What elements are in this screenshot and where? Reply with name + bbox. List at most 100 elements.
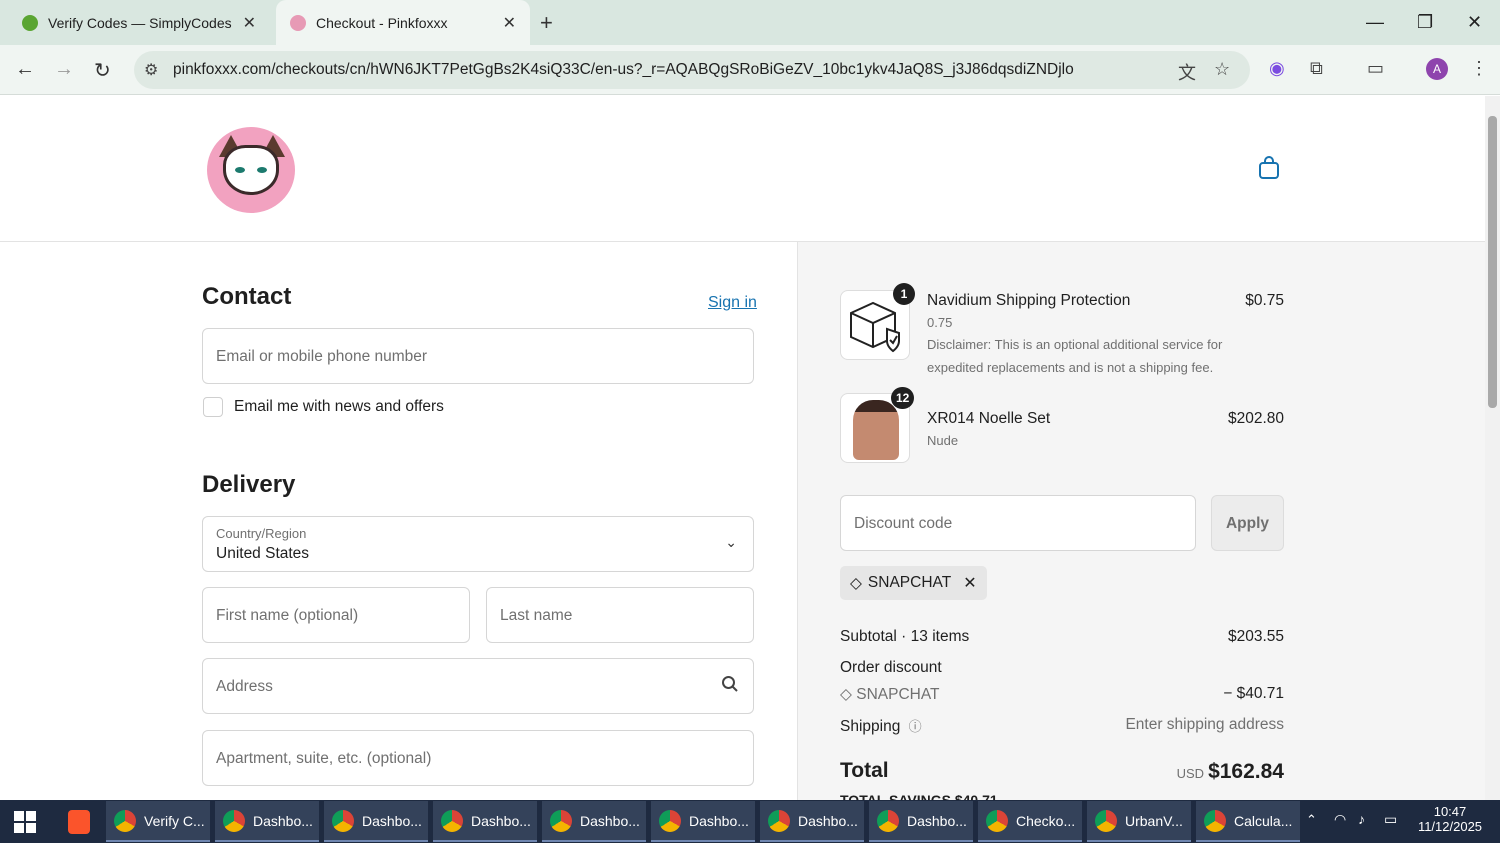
brave-browser-icon[interactable]	[68, 810, 90, 834]
taskbar-app-button[interactable]: Dashbo...	[869, 801, 973, 842]
shipping-row: Shipping ⓘ Enter shipping address	[840, 716, 1284, 736]
extensions-puzzle-icon[interactable]: ⧉	[1310, 58, 1323, 79]
contact-heading: Contact	[202, 283, 292, 310]
quantity-badge: 12	[891, 387, 915, 409]
tray-chevron-icon[interactable]: ⌃	[1306, 812, 1317, 828]
volume-icon[interactable]: ♪	[1358, 811, 1365, 827]
tag-icon: ◇	[840, 686, 857, 703]
item-price: $202.80	[1227, 410, 1284, 427]
country-select[interactable]: Country/Region United States ⌄	[202, 516, 754, 572]
menu-kebab-icon[interactable]: ⋮	[1470, 58, 1488, 79]
taskbar-app-label: Dashbo...	[580, 812, 640, 829]
tab-search-icon[interactable]: ▭	[1367, 58, 1384, 79]
taskbar-app-label: Dashbo...	[253, 812, 313, 829]
help-icon[interactable]: ⓘ	[909, 719, 922, 734]
app-icon	[659, 809, 681, 832]
email-field[interactable]: Email or mobile phone number	[202, 328, 754, 384]
tab-simplycodes[interactable]: Verify Codes — SimplyCodes ✕	[8, 0, 270, 45]
subtotal-value: $203.55	[1227, 628, 1284, 645]
discount-value: − $40.71	[1223, 685, 1284, 702]
taskbar-app-button[interactable]: Verify C...	[106, 801, 210, 842]
last-name-field[interactable]: Last name	[486, 587, 754, 643]
taskbar-app-label: Dashbo...	[907, 812, 967, 829]
item-name: Navidium Shipping Protection	[927, 292, 1131, 309]
bookmark-star-icon[interactable]: ☆	[1214, 59, 1230, 80]
taskbar-app-button[interactable]: Dashbo...	[542, 801, 646, 842]
first-name-placeholder: First name (optional)	[216, 607, 359, 624]
new-tab-icon[interactable]: +	[540, 10, 553, 36]
restore-icon[interactable]: ❐	[1417, 12, 1433, 33]
discount-code-row: ◇ SNAPCHAT − $40.71	[840, 685, 1284, 704]
item-note-line: Disclaimer: This is an optional addition…	[927, 337, 1223, 352]
sign-in-link[interactable]: Sign in	[708, 294, 757, 312]
page-scrollbar[interactable]	[1485, 96, 1500, 800]
url-text[interactable]: pinkfoxxx.com/checkouts/cn/hWN6JKT7PetGg…	[173, 61, 1074, 79]
tag-icon: ◇	[850, 574, 862, 592]
apartment-placeholder: Apartment, suite, etc. (optional)	[216, 750, 432, 767]
taskbar-app-button[interactable]: Calcula...	[1196, 801, 1300, 842]
first-name-field[interactable]: First name (optional)	[202, 587, 470, 643]
country-label: Country/Region	[216, 526, 307, 541]
windows-start-icon[interactable]	[14, 811, 36, 833]
taskbar-app-button[interactable]: UrbanV...	[1087, 801, 1191, 842]
reload-icon[interactable]: ↻	[94, 58, 111, 83]
close-tab-icon[interactable]: ✕	[243, 13, 256, 33]
remove-discount-icon[interactable]: ✕	[963, 573, 976, 593]
scrollbar-thumb[interactable]	[1488, 116, 1497, 408]
clock[interactable]: 10:47 11/12/2025	[1410, 804, 1490, 834]
apartment-field[interactable]: Apartment, suite, etc. (optional)	[202, 730, 754, 786]
back-icon[interactable]: ←	[15, 58, 35, 81]
chevron-down-icon: ⌄	[725, 534, 737, 550]
taskbar-app-button[interactable]: Dashbo...	[433, 801, 537, 842]
taskbar-app-label: Dashbo...	[689, 812, 749, 829]
discount-code-field[interactable]: Discount code	[840, 495, 1196, 551]
quantity-badge: 1	[893, 283, 915, 305]
address-bar[interactable]: ⚙ pinkfoxxx.com/checkouts/cn/hWN6JKT7Pet…	[134, 51, 1250, 89]
tab-checkout[interactable]: Checkout - Pinkfoxxx ✕	[276, 0, 530, 45]
battery-icon[interactable]: ▭	[1384, 811, 1397, 828]
app-icon	[768, 809, 790, 832]
taskbar-app-button[interactable]: Dashbo...	[651, 801, 755, 842]
checkout-form: Contact Sign in Email or mobile phone nu…	[0, 242, 797, 800]
item-price: $0.75	[1245, 292, 1284, 309]
extension-icon[interactable]: ◉	[1269, 58, 1285, 79]
order-discount-label: Order discount	[840, 659, 942, 676]
close-tab-icon[interactable]: ✕	[503, 13, 516, 33]
network-icon[interactable]: ◠	[1334, 811, 1346, 828]
store-header	[0, 96, 1485, 242]
address-field[interactable]: Address	[202, 658, 754, 714]
profile-avatar[interactable]: A	[1426, 58, 1448, 80]
shopping-bag-icon[interactable]	[1258, 156, 1280, 180]
time: 10:47	[1433, 804, 1467, 819]
site-info-icon[interactable]: ⚙	[144, 60, 158, 80]
app-icon	[550, 809, 572, 832]
total-savings-row: TOTAL SAVINGS $40.71	[840, 792, 1284, 800]
forward-icon[interactable]: →	[54, 58, 74, 81]
taskbar-app-button[interactable]: Dashbo...	[760, 801, 864, 842]
date: 11/12/2025	[1417, 819, 1483, 834]
item-name: XR014 Noelle Set	[927, 410, 1051, 427]
taskbar-app-label: UrbanV...	[1125, 812, 1183, 829]
taskbar-app-button[interactable]: Dashbo...	[324, 801, 428, 842]
apply-button[interactable]: Apply	[1211, 495, 1284, 551]
close-window-icon[interactable]: ✕	[1467, 12, 1482, 33]
newsletter-label[interactable]: Email me with news and offers	[234, 398, 444, 416]
pinkfoxxx-logo[interactable]	[207, 127, 295, 213]
order-discount-row: Order discount	[840, 659, 1284, 677]
simplycodes-favicon-icon	[22, 14, 38, 31]
tab-title: Verify Codes — SimplyCodes	[48, 14, 232, 31]
taskbar-app-button[interactable]: Dashbo...	[215, 801, 319, 842]
minimize-icon[interactable]: —	[1366, 12, 1384, 33]
discount-code-label: SNAPCHAT	[856, 686, 940, 703]
country-value: United States	[216, 545, 310, 562]
taskbar-app-label: Dashbo...	[362, 812, 422, 829]
app-icon	[1204, 809, 1226, 832]
subtotal-row: Subtotal · 13 items $203.55	[840, 628, 1284, 646]
taskbar-app-label: Verify C...	[144, 812, 205, 829]
app-icon	[1095, 809, 1117, 832]
translate-icon[interactable]: 文	[1178, 59, 1196, 85]
newsletter-checkbox[interactable]	[203, 397, 223, 417]
taskbar-app-button[interactable]: Checko...	[978, 801, 1082, 842]
item-note-line: expedited replacements and is not a ship…	[927, 360, 1214, 375]
app-icon	[223, 809, 245, 832]
